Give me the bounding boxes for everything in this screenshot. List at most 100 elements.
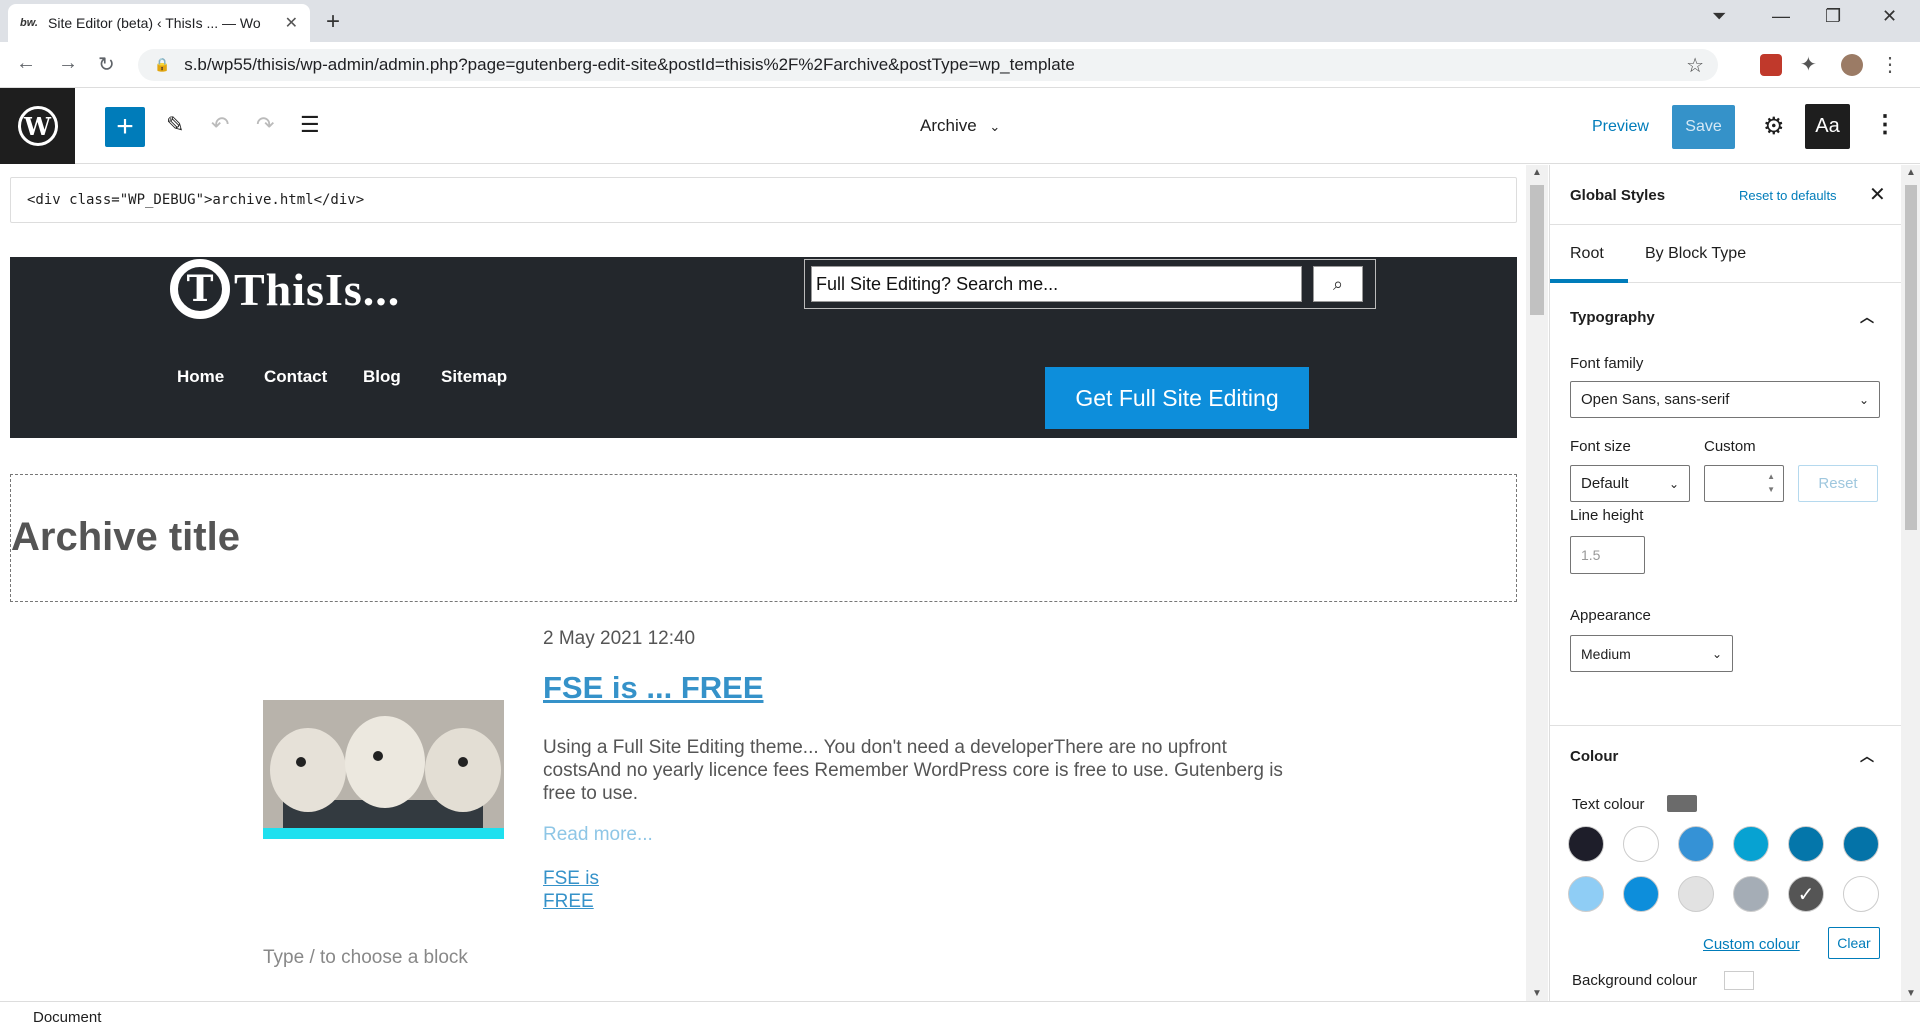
- scroll-down-icon[interactable]: ▼: [1532, 988, 1542, 999]
- post-featured-image[interactable]: [263, 700, 504, 839]
- extensions-puzzle-icon[interactable]: ✦: [1800, 52, 1817, 77]
- tab-search-icon[interactable]: ⏷: [1712, 6, 1726, 27]
- site-header-block[interactable]: T ThisIs... Full Site Editing? Search me…: [10, 257, 1517, 438]
- edit-pencil-icon[interactable]: ✎: [166, 112, 184, 138]
- extension-icon[interactable]: [1760, 54, 1782, 76]
- nav-link-sitemap[interactable]: Sitemap: [441, 367, 507, 387]
- tab-by-block-type[interactable]: By Block Type: [1645, 245, 1746, 263]
- custom-colour-link[interactable]: Custom colour: [1703, 936, 1800, 953]
- close-icon[interactable]: ✕: [1869, 182, 1886, 207]
- undo-icon[interactable]: ↶: [211, 112, 229, 138]
- sidebar-scrollbar[interactable]: ▲ ▼: [1901, 165, 1920, 1001]
- preview-button[interactable]: Preview: [1592, 118, 1649, 136]
- chevron-down-icon: ⌄: [1711, 646, 1722, 661]
- colour-swatch[interactable]: [1843, 826, 1879, 862]
- scrollbar-thumb[interactable]: [1905, 185, 1917, 530]
- font-size-value: Default: [1581, 475, 1629, 492]
- teddy-bears-image: [263, 700, 504, 839]
- sidebar-header: Global Styles Reset to defaults ✕: [1550, 165, 1901, 225]
- profile-avatar[interactable]: [1841, 54, 1863, 76]
- typography-panel-toggle[interactable]: Typography: [1570, 309, 1655, 326]
- close-tab-icon[interactable]: ✕: [285, 13, 298, 33]
- wordpress-icon: W: [17, 106, 58, 146]
- font-size-select[interactable]: Default ⌄: [1570, 465, 1690, 502]
- forward-icon[interactable]: →: [58, 52, 78, 75]
- minimize-icon[interactable]: —: [1772, 6, 1790, 27]
- scroll-up-icon[interactable]: ▲: [1906, 167, 1916, 178]
- save-button[interactable]: Save: [1672, 105, 1735, 149]
- line-height-input[interactable]: 1.5: [1570, 536, 1645, 574]
- appearance-select[interactable]: Medium ⌄: [1570, 635, 1733, 672]
- more-options-icon[interactable]: ⋮: [1873, 110, 1897, 139]
- colour-swatch[interactable]: [1568, 826, 1604, 862]
- tab-title: Site Editor (beta) ‹ ThisIs ... — Wo: [48, 15, 261, 31]
- colour-swatch[interactable]: [1733, 826, 1769, 862]
- back-icon[interactable]: ←: [16, 52, 36, 75]
- close-window-icon[interactable]: ✕: [1882, 6, 1897, 27]
- colour-swatch[interactable]: ✓: [1788, 876, 1824, 912]
- scroll-down-icon[interactable]: ▼: [1906, 988, 1916, 999]
- browser-tab-strip: bw. Site Editor (beta) ‹ ThisIs ... — Wo…: [0, 0, 1920, 42]
- nav-link-blog[interactable]: Blog: [363, 367, 401, 387]
- colour-swatch[interactable]: [1623, 826, 1659, 862]
- background-colour-label: Background colour: [1572, 972, 1698, 989]
- checkmark-icon: ✓: [1797, 883, 1815, 906]
- add-block-button[interactable]: +: [105, 107, 145, 147]
- post-title-link[interactable]: FSE is ... FREE: [543, 670, 764, 706]
- debug-block[interactable]: <div class="WP_DEBUG">archive.html</div>: [10, 177, 1517, 223]
- site-logo[interactable]: T ThisIs...: [170, 259, 400, 319]
- background-colour-indicator: [1724, 971, 1754, 990]
- browser-menu-icon[interactable]: ⋮: [1880, 52, 1900, 77]
- new-tab-icon[interactable]: +: [326, 8, 340, 36]
- scroll-up-icon[interactable]: ▲: [1532, 167, 1542, 178]
- reset-font-size-button[interactable]: Reset: [1798, 465, 1878, 502]
- post-excerpt: Using a Full Site Editing theme... You d…: [543, 737, 1283, 804]
- tab-root[interactable]: Root: [1570, 245, 1604, 263]
- bookmark-star-icon[interactable]: ☆: [1686, 53, 1704, 78]
- search-button[interactable]: ⌕: [1313, 266, 1363, 302]
- read-more-link[interactable]: Read more...: [543, 824, 653, 846]
- colour-swatch[interactable]: [1678, 826, 1714, 862]
- colour-swatch[interactable]: [1623, 876, 1659, 912]
- post-title-small-link[interactable]: FSE is FREE: [543, 867, 613, 913]
- colour-panel-toggle[interactable]: Colour: [1570, 748, 1618, 765]
- reset-to-defaults-button[interactable]: Reset to defaults: [1739, 188, 1837, 203]
- line-height-label: Line height: [1570, 507, 1644, 524]
- colour-swatch[interactable]: [1678, 876, 1714, 912]
- chevron-down-icon: ⌄: [989, 119, 1001, 134]
- colour-swatch[interactable]: [1733, 876, 1769, 912]
- nav-link-home[interactable]: Home: [177, 367, 224, 387]
- font-family-select[interactable]: Open Sans, sans-serif ⌄: [1570, 381, 1880, 418]
- spinner-icon[interactable]: ▲ ▼: [1767, 470, 1775, 496]
- address-bar[interactable]: 🔒 s.b/wp55/thisis/wp-admin/admin.php?pag…: [138, 49, 1718, 81]
- colour-swatch[interactable]: [1843, 876, 1879, 912]
- chevron-down-icon: ⌄: [1858, 392, 1869, 407]
- colour-swatch[interactable]: [1788, 826, 1824, 862]
- browser-tab[interactable]: bw. Site Editor (beta) ‹ ThisIs ... — Wo…: [8, 4, 310, 42]
- global-styles-button[interactable]: Aa: [1805, 104, 1850, 149]
- wordpress-logo[interactable]: W: [0, 88, 75, 164]
- appearance-label: Appearance: [1570, 607, 1651, 624]
- custom-size-input[interactable]: ▲ ▼: [1704, 465, 1784, 502]
- nav-link-contact[interactable]: Contact: [264, 367, 327, 387]
- scrollbar-thumb[interactable]: [1530, 185, 1544, 315]
- list-view-icon[interactable]: ☰: [300, 112, 320, 138]
- canvas-scrollbar[interactable]: ▲ ▼: [1526, 165, 1548, 1001]
- font-size-label: Font size: [1570, 438, 1631, 455]
- colour-swatch[interactable]: [1568, 876, 1604, 912]
- active-tab-indicator: [1550, 279, 1628, 283]
- block-appender[interactable]: Type / to choose a block: [263, 947, 468, 969]
- cta-button[interactable]: Get Full Site Editing: [1045, 367, 1309, 429]
- site-title: ThisIs...: [234, 263, 401, 315]
- settings-gear-icon[interactable]: ⚙: [1763, 112, 1785, 141]
- clear-colour-button[interactable]: Clear: [1828, 927, 1880, 959]
- archive-title-block[interactable]: Archive title: [10, 474, 1517, 602]
- document-title-dropdown[interactable]: Archive ⌄: [920, 116, 1000, 136]
- reload-icon[interactable]: ↻: [98, 52, 115, 77]
- chevron-up-icon[interactable]: ︿: [1860, 307, 1874, 327]
- maximize-icon[interactable]: ❐: [1825, 6, 1841, 27]
- search-input[interactable]: Full Site Editing? Search me...: [811, 266, 1302, 302]
- redo-icon[interactable]: ↷: [256, 112, 274, 138]
- chevron-up-icon[interactable]: ︿: [1860, 746, 1874, 766]
- breadcrumb[interactable]: Document: [33, 1009, 101, 1026]
